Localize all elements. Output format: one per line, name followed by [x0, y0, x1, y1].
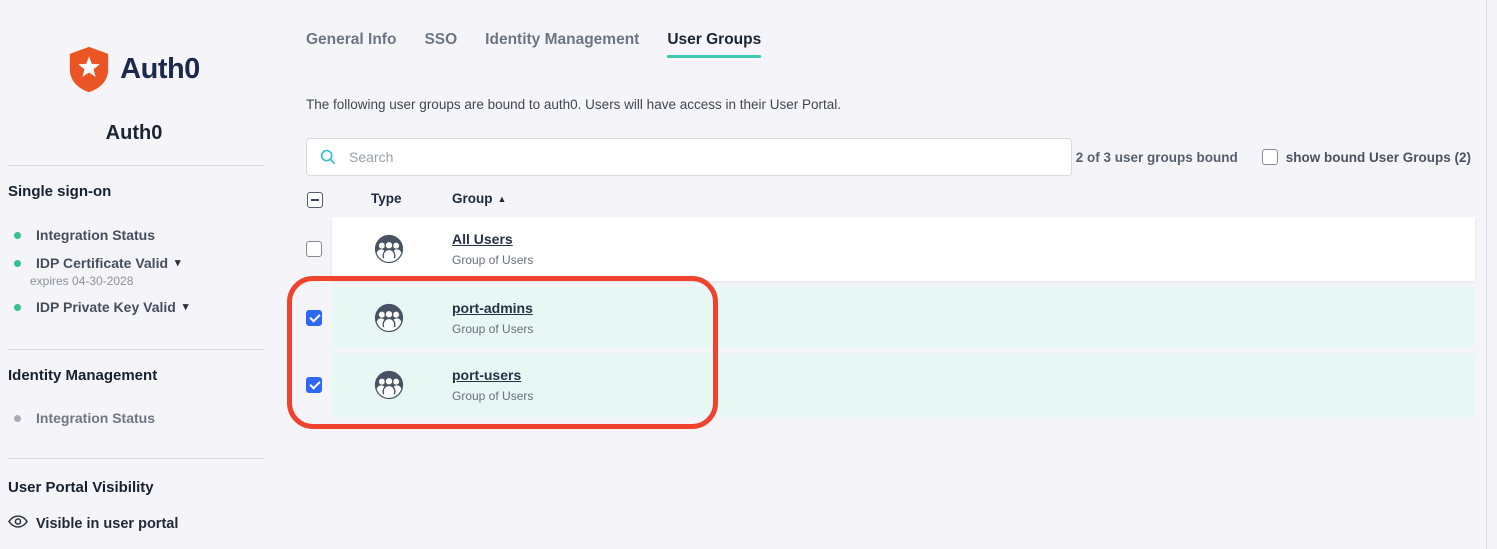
group-name-link[interactable]: All Users [452, 231, 513, 247]
bound-count-text: 2 of 3 user groups bound [1076, 150, 1238, 165]
row-checkbox[interactable] [306, 377, 322, 393]
group-name-link[interactable]: port-admins [452, 300, 533, 316]
row-checkbox-cell [306, 287, 332, 348]
tab-user-groups[interactable]: User Groups [667, 31, 761, 58]
group-cell: port-admins Group of Users [452, 300, 533, 336]
table-header: Type Group ▲ [306, 186, 1475, 214]
row-checkbox-cell [306, 353, 332, 417]
bound-controls: 2 of 3 user groups bound show bound User… [1076, 138, 1471, 176]
column-header-type: Type [371, 191, 402, 206]
auth0-shield-icon [68, 46, 110, 93]
row-checkbox[interactable] [306, 241, 322, 257]
table-row: port-admins Group of Users [306, 287, 1475, 348]
integration-title: Auth0 [0, 122, 268, 145]
section-heading-identity-management: Identity Management [8, 367, 157, 384]
search-toolbar: 2 of 3 user groups bound show bound User… [306, 138, 1475, 176]
group-type-label: Group of Users [452, 253, 533, 267]
row-card: port-admins Group of Users [332, 287, 1475, 348]
table-row: All Users Group of Users [306, 217, 1475, 281]
row-card: port-users Group of Users [332, 353, 1475, 417]
visibility-label: Visible in user portal [36, 516, 178, 532]
sidebar-item-label: IDP Private Key Valid [36, 299, 176, 315]
group-type-label: Group of Users [452, 322, 533, 336]
tab-bar: General Info SSO Identity Management Use… [306, 31, 761, 58]
status-dot-green-icon [14, 260, 21, 267]
sort-ascending-icon: ▲ [498, 194, 507, 204]
user-groups-table: All Users Group of Users [306, 217, 1475, 417]
section-heading-user-portal-visibility: User Portal Visibility [8, 479, 154, 496]
divider [8, 458, 265, 459]
tab-identity-management[interactable]: Identity Management [485, 31, 639, 58]
row-card: All Users Group of Users [332, 217, 1475, 281]
certificate-expiry-note: expires 04-30-2028 [30, 274, 133, 288]
sidebar-item-label: Integration Status [36, 410, 155, 426]
eye-icon [8, 515, 28, 532]
show-bound-label[interactable]: show bound User Groups (2) [1286, 150, 1471, 165]
group-cell: port-users Group of Users [452, 367, 533, 403]
main-content: General Info SSO Identity Management Use… [306, 0, 1475, 549]
page-description: The following user groups are bound to a… [306, 97, 841, 112]
sidebar-item-label: Integration Status [36, 227, 155, 243]
tab-sso[interactable]: SSO [424, 31, 457, 58]
sidebar-item-integration-status: Integration Status [8, 227, 155, 243]
divider [8, 165, 265, 166]
status-dot-green-icon [14, 232, 21, 239]
app-logo: Auth0 [0, 46, 268, 93]
group-name-link[interactable]: port-users [452, 367, 521, 383]
status-dot-gray-icon [14, 415, 21, 422]
group-type-label: Group of Users [452, 389, 533, 403]
divider [8, 349, 265, 350]
user-group-avatar-icon [374, 234, 404, 264]
user-group-avatar-icon [374, 370, 404, 400]
search-input[interactable] [306, 138, 1072, 176]
section-heading-sso: Single sign-on [8, 183, 111, 200]
sidebar: Auth0 Auth0 Single sign-on Integration S… [0, 0, 268, 549]
search-field-wrap [306, 138, 1072, 176]
show-bound-checkbox[interactable] [1262, 149, 1278, 165]
column-header-group[interactable]: Group ▲ [452, 191, 506, 206]
visible-in-user-portal-status: Visible in user portal [8, 515, 178, 532]
select-all-checkbox[interactable] [307, 192, 323, 208]
sidebar-item-idp-private-key[interactable]: IDP Private Key Valid ▾ [8, 299, 188, 315]
row-checkbox-cell [306, 217, 332, 281]
table-row: port-users Group of Users [306, 353, 1475, 417]
chevron-down-icon[interactable]: ▾ [175, 258, 181, 269]
group-cell: All Users Group of Users [452, 231, 533, 267]
user-group-avatar-icon [374, 303, 404, 333]
logo-wordmark: Auth0 [120, 53, 200, 86]
column-header-group-label: Group [452, 191, 493, 206]
row-checkbox[interactable] [306, 310, 322, 326]
sidebar-item-im-integration-status: Integration Status [8, 410, 155, 426]
sidebar-item-label: IDP Certificate Valid [36, 255, 168, 271]
sidebar-item-idp-certificate[interactable]: IDP Certificate Valid ▾ [8, 255, 181, 271]
status-dot-green-icon [14, 304, 21, 311]
chevron-down-icon[interactable]: ▾ [183, 302, 189, 313]
right-edge-divider [1486, 0, 1487, 549]
tab-general-info[interactable]: General Info [306, 31, 396, 58]
